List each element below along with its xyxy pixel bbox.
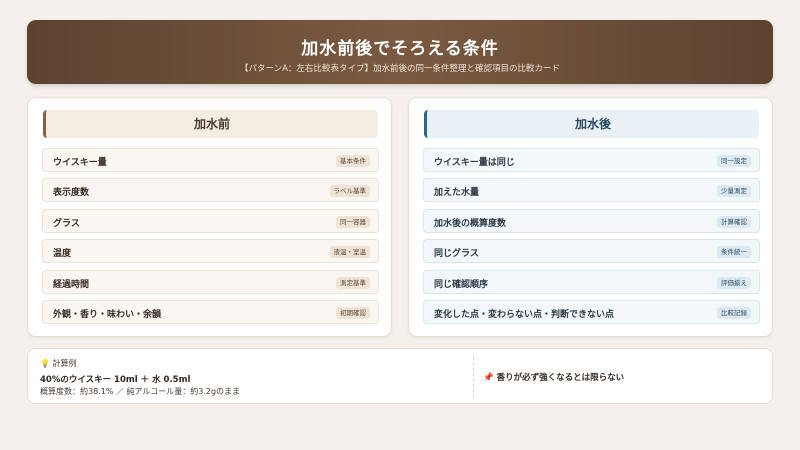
after-item: 同じ確認順序 評価揃え [423, 270, 760, 294]
after-item-label: 同じ確認順序 [434, 280, 489, 290]
after-item: 加水後の概算度数 計算確認 [423, 209, 760, 233]
after-item-label: ウイスキー量は同じ [434, 158, 515, 168]
after-item-tag: 同一設定 [717, 155, 751, 167]
after-item: ウイスキー量は同じ 同一設定 [423, 148, 760, 172]
before-item-tag: ラベル基準 [329, 185, 370, 197]
page-subtitle: 【パターンA：左右比較表タイプ】加水前後の同一条件整理と確認項目の比較カード [240, 64, 560, 74]
after-item-tag: 条件統一 [717, 246, 751, 258]
after-item-label: 同じグラス [434, 249, 479, 259]
divider [473, 357, 474, 397]
after-item: 変化した点・変わらない点・判断できない点 比較記録 [423, 300, 760, 324]
before-item: 経過時間 測定基準 [42, 270, 379, 294]
before-item-tag: 基本条件 [336, 155, 370, 167]
before-item-label: 表示度数 [53, 188, 90, 198]
after-item: 同じグラス 条件統一 [423, 239, 760, 263]
before-item-tag: 液温・室温 [329, 246, 370, 258]
before-item-label: 温度 [53, 249, 72, 259]
before-item-tag: 測定基準 [336, 277, 370, 289]
page-title: 加水前後でそろえる条件 [301, 39, 499, 59]
calc-heading: 💡 計算例 [40, 358, 77, 369]
pushpin-icon: 📌 [483, 373, 494, 383]
before-item: ウイスキー量 基本条件 [42, 148, 379, 172]
after-item-tag: 計算確認 [717, 216, 751, 228]
before-item-label: 経過時間 [53, 280, 90, 290]
before-heading: 加水前 [43, 110, 378, 138]
calc-result: 概算度数：約38.1% ／ 純アルコール量：約3.2gのまま [40, 387, 241, 396]
before-item-tag: 初期確認 [336, 307, 370, 319]
before-item: 表示度数 ラベル基準 [42, 178, 379, 202]
after-item-label: 加えた水量 [434, 188, 480, 198]
before-item: グラス 同一容器 [42, 209, 379, 233]
after-panel: 加水後 ウイスキー量は同じ 同一設定 加えた水量 少量測定 加水後の概算度数 計… [408, 97, 773, 337]
before-item-label: ウイスキー量 [53, 158, 107, 168]
calc-formula: 40%のウイスキー 10ml ＋ 水 0.5ml [40, 375, 191, 385]
before-item: 温度 液温・室温 [42, 239, 379, 263]
before-item: 外観・香り・味わい・余韻 初期確認 [42, 300, 379, 324]
before-item-tag: 同一容器 [336, 216, 370, 228]
lightbulb-icon: 💡 [40, 359, 50, 368]
before-item-label: グラス [53, 219, 80, 229]
after-item: 加えた水量 少量測定 [423, 178, 760, 202]
calculation-note: 💡 計算例 40%のウイスキー 10ml ＋ 水 0.5ml 概算度数：約38.… [27, 348, 773, 404]
after-item-tag: 比較記録 [717, 307, 751, 319]
calc-label: 計算例 [52, 359, 77, 368]
warning-note: 📌 香りが必ず強くなるとは限らない [483, 371, 624, 383]
after-item-label: 変化した点・変わらない点・判断できない点 [434, 310, 615, 320]
header-banner: 加水前後でそろえる条件 【パターンA：左右比較表タイプ】加水前後の同一条件整理と… [27, 20, 773, 84]
after-item-label: 加水後の概算度数 [434, 219, 507, 229]
after-heading: 加水後 [424, 110, 759, 138]
before-item-label: 外観・香り・味わい・余韻 [53, 310, 162, 320]
after-item-tag: 少量測定 [717, 185, 751, 197]
after-item-tag: 評価揃え [717, 277, 751, 289]
warning-text: 香りが必ず強くなるとは限らない [496, 373, 625, 383]
before-panel: 加水前 ウイスキー量 基本条件 表示度数 ラベル基準 グラス 同一容器 温度 液… [27, 97, 392, 337]
